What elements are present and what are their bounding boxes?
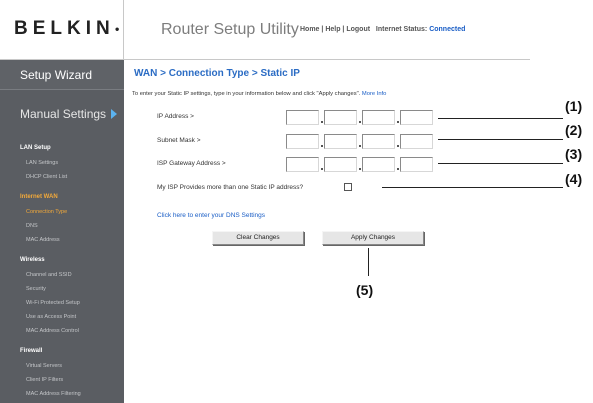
- sidebar: Setup Wizard Manual Settings LAN Setup L…: [0, 60, 124, 403]
- logo-text: BELKIN: [14, 18, 115, 39]
- callout-line-1: [438, 118, 563, 119]
- multi-static-ip-checkbox[interactable]: [344, 183, 352, 191]
- help-link[interactable]: Help: [325, 26, 340, 33]
- logo-box: BELKIN●: [0, 0, 124, 59]
- octet-dot: [321, 121, 323, 123]
- apply-changes-button[interactable]: Apply Changes: [322, 231, 424, 245]
- callout-line-5: [368, 248, 369, 276]
- more-info-link[interactable]: More Info: [362, 91, 387, 97]
- sidebar-item-dhcp-client-list[interactable]: DHCP Client List: [0, 171, 124, 185]
- sidebar-item-dns[interactable]: DNS: [0, 220, 124, 234]
- home-link[interactable]: Home: [300, 26, 319, 33]
- sidebar-section-lan-setup[interactable]: LAN Setup: [0, 142, 124, 157]
- gateway-label: ISP Gateway Address >: [157, 160, 226, 167]
- octet-dot: [397, 168, 399, 170]
- subnet-mask-octet-3[interactable]: [362, 134, 395, 149]
- intro-text: To enter your Static IP settings, type i…: [132, 91, 386, 97]
- callout-line-3: [438, 163, 563, 164]
- sidebar-item-mac-address[interactable]: MAC Address: [0, 234, 124, 248]
- sidebar-item-wps[interactable]: Wi-Fi Protected Setup: [0, 297, 124, 311]
- internet-status-value: Connected: [429, 26, 466, 33]
- sidebar-item-lan-settings[interactable]: LAN Settings: [0, 157, 124, 171]
- internet-status-label: Internet Status:: [375, 26, 428, 33]
- sidebar-section-wireless[interactable]: Wireless: [0, 254, 124, 269]
- octet-dot: [397, 145, 399, 147]
- sidebar-menu: LAN Setup LAN Settings DHCP Client List …: [0, 142, 124, 402]
- octet-dot: [321, 168, 323, 170]
- subnet-mask-octet-1[interactable]: [286, 134, 319, 149]
- ip-address-octet-4[interactable]: [400, 110, 433, 125]
- sidebar-item-channel-ssid[interactable]: Channel and SSID: [0, 269, 124, 283]
- callout-1: (1): [565, 98, 583, 114]
- header: BELKIN● Router Setup Utility Home | Help…: [0, 0, 530, 59]
- gateway-octet-3[interactable]: [362, 157, 395, 172]
- page-title-header: Router Setup Utility: [161, 21, 299, 38]
- setup-wizard-link[interactable]: Setup Wizard: [0, 60, 124, 90]
- sidebar-item-client-ip-filters[interactable]: Client IP Filters: [0, 374, 124, 388]
- manual-settings-link[interactable]: Manual Settings: [0, 90, 124, 134]
- octet-dot: [321, 145, 323, 147]
- ip-address-octet-3[interactable]: [362, 110, 395, 125]
- callout-2: (2): [565, 122, 583, 138]
- multi-static-ip-label: My ISP Provides more than one Static IP …: [157, 184, 304, 191]
- logout-link[interactable]: Logout: [346, 26, 370, 33]
- callout-line-4: [382, 187, 563, 188]
- sidebar-item-virtual-servers[interactable]: Virtual Servers: [0, 360, 124, 374]
- sidebar-item-mac-address-control[interactable]: MAC Address Control: [0, 325, 124, 339]
- subnet-mask-label: Subnet Mask >: [157, 137, 201, 144]
- gateway-octet-4[interactable]: [400, 157, 433, 172]
- subnet-mask-octet-4[interactable]: [400, 134, 433, 149]
- arrow-right-icon: [111, 109, 118, 119]
- sidebar-item-access-point[interactable]: Use as Access Point: [0, 311, 124, 325]
- sidebar-item-mac-address-filtering[interactable]: MAC Address Filtering: [0, 388, 124, 402]
- octet-dot: [359, 145, 361, 147]
- ip-address-octet-1[interactable]: [286, 110, 319, 125]
- clear-changes-button[interactable]: Clear Changes: [212, 231, 304, 245]
- manual-settings-label: Manual Settings: [20, 107, 107, 121]
- callout-line-2: [438, 139, 563, 140]
- dns-settings-link[interactable]: Click here to enter your DNS Settings: [157, 212, 265, 219]
- intro-label: To enter your Static IP settings, type i…: [132, 91, 361, 97]
- gateway-octet-1[interactable]: [286, 157, 319, 172]
- gateway-octet-2[interactable]: [324, 157, 357, 172]
- page-title: WAN > Connection Type > Static IP: [134, 68, 300, 79]
- callout-5: (5): [356, 282, 374, 298]
- callout-3: (3): [565, 146, 583, 162]
- top-links: Home | Help | Logout Internet Status: Co…: [300, 26, 465, 33]
- belkin-logo: BELKIN●: [14, 18, 120, 40]
- sidebar-item-connection-type[interactable]: Connection Type: [0, 206, 124, 220]
- logo-mark-icon: ●: [114, 24, 120, 34]
- sidebar-item-security[interactable]: Security: [0, 283, 124, 297]
- sidebar-section-firewall[interactable]: Firewall: [0, 345, 124, 360]
- ip-address-label: IP Address >: [157, 113, 194, 120]
- ip-address-octet-2[interactable]: [324, 110, 357, 125]
- subnet-mask-octet-2[interactable]: [324, 134, 357, 149]
- octet-dot: [397, 121, 399, 123]
- octet-dot: [359, 168, 361, 170]
- callout-4: (4): [565, 171, 583, 187]
- main-content: WAN > Connection Type > Static IP To ent…: [124, 60, 530, 403]
- octet-dot: [359, 121, 361, 123]
- sidebar-section-internet-wan[interactable]: Internet WAN: [0, 191, 124, 206]
